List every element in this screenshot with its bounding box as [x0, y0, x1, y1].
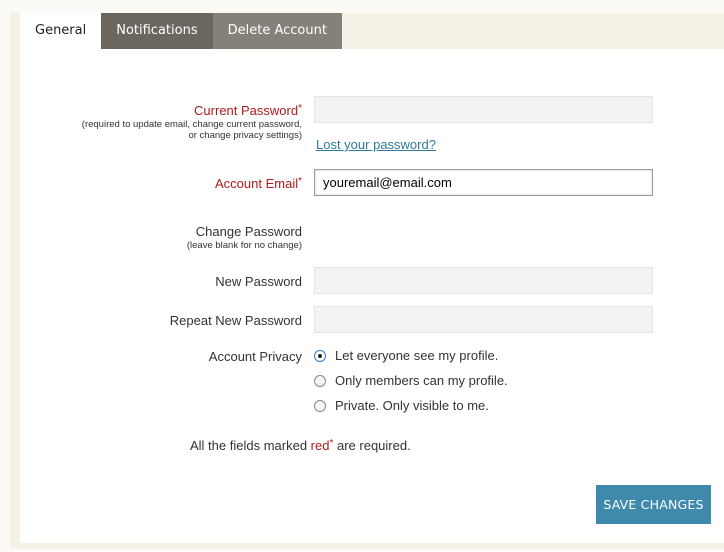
required-fields-note: All the fields marked red* are required. [190, 438, 411, 453]
radio-unchecked-icon[interactable] [314, 399, 326, 412]
new-password-input[interactable] [314, 267, 653, 294]
tab-general[interactable]: General [20, 13, 102, 49]
current-password-input[interactable] [314, 96, 653, 123]
account-email-label: Account Email* [215, 176, 302, 191]
radio-checked-icon[interactable] [314, 349, 326, 362]
privacy-option-members[interactable]: Only members can my profile. [314, 373, 508, 388]
repeat-password-input[interactable] [314, 306, 653, 333]
privacy-option-label: Only members can my profile. [335, 373, 508, 388]
tab-notifications[interactable]: Notifications [101, 13, 213, 49]
new-password-label: New Password [215, 274, 302, 289]
radio-unchecked-icon[interactable] [314, 374, 326, 387]
tab-delete-account[interactable]: Delete Account [212, 13, 342, 49]
account-email-input[interactable] [314, 169, 653, 196]
privacy-option-private[interactable]: Private. Only visible to me. [314, 398, 489, 413]
privacy-option-everyone[interactable]: Let everyone see my profile. [314, 348, 498, 363]
current-password-label: Current Password* [194, 103, 302, 118]
privacy-option-label: Let everyone see my profile. [335, 348, 499, 363]
lost-password-link[interactable]: Lost your password? [316, 137, 436, 152]
current-password-hint-2: or change privacy settings) [188, 130, 302, 141]
change-password-heading: Change Password [195, 224, 302, 239]
settings-tabs: General Notifications Delete Account [20, 13, 342, 49]
current-password-hint-1: (required to update email, change curren… [81, 119, 302, 130]
privacy-label: Account Privacy [208, 349, 302, 364]
change-password-hint: (leave blank for no change) [186, 240, 302, 251]
repeat-password-label: Repeat New Password [169, 313, 302, 328]
save-changes-button[interactable]: Save Changes [596, 485, 711, 524]
privacy-option-label: Private. Only visible to me. [335, 398, 489, 413]
